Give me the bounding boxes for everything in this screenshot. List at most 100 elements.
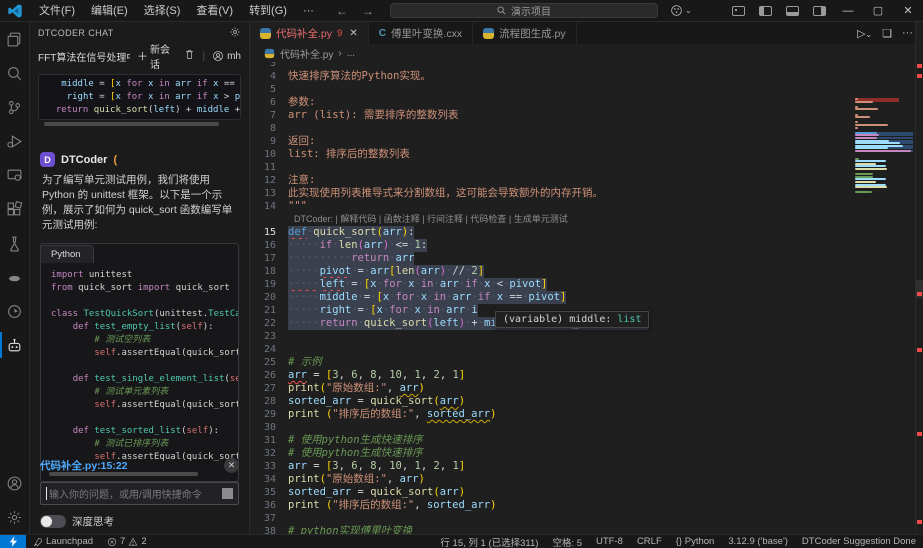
code-line[interactable]: 3"""	[250, 62, 923, 70]
context-reference-chip[interactable]: 代码补全.py:15:22	[40, 458, 128, 473]
toggle-sidebar-icon[interactable]	[759, 6, 772, 16]
launchpad-item[interactable]: Launchpad	[26, 536, 100, 547]
eol-item[interactable]: CRLF	[630, 536, 669, 547]
code-line[interactable]: 37	[250, 512, 923, 525]
code-line[interactable]: 18·····pivot·=·arr[len(arr)·//·2]	[250, 265, 923, 278]
split-editor-icon[interactable]: ❏	[882, 27, 892, 40]
code-line[interactable]: 23	[250, 330, 923, 343]
chat-input-placeholder: 输入你的问题，或用/调用快捷命令	[49, 486, 222, 501]
restore-button[interactable]: ▢	[863, 0, 893, 22]
command-search-input[interactable]: 演示项目	[390, 3, 658, 18]
code-line[interactable]: 16·····if·len(arr)·<=·1:	[250, 239, 923, 252]
session-dropdown[interactable]: FFT算法在信号处理中...▼	[38, 49, 130, 64]
explorer-icon[interactable]	[0, 22, 30, 56]
code-line[interactable]: 19·····left·=·[x·for·x·in·arr·if·x·<·piv…	[250, 278, 923, 291]
code-line[interactable]: 29print ("排序后的数组:", sorted_arr)	[250, 408, 923, 421]
chat-input[interactable]: 输入你的问题，或用/调用快捷命令	[40, 482, 239, 505]
minimize-button[interactable]: —	[833, 0, 863, 22]
menu-edit[interactable]: 编辑(E)	[83, 0, 136, 22]
panel-settings-gear-icon[interactable]	[229, 26, 241, 40]
editor-more-actions-icon[interactable]: ···	[902, 27, 913, 39]
timeline-icon[interactable]	[0, 294, 30, 328]
codelens-row[interactable]: DTCoder: | 解释代码 | 函数注释 | 行间注释 | 代码检查 | 生…	[250, 213, 923, 226]
unit-test-code-block: Python import unittestfrom quick_sort im…	[40, 243, 239, 482]
tab-flowchart-gen[interactable]: 流程图生成.py	[473, 22, 577, 44]
minimap[interactable]	[855, 98, 913, 534]
toggle-secondary-sidebar-icon[interactable]	[813, 6, 826, 16]
testing-icon[interactable]	[0, 226, 30, 260]
back-arrow-icon[interactable]: ←	[336, 4, 348, 18]
account-profile-icon[interactable]	[0, 466, 30, 500]
close-button[interactable]: ✕	[893, 0, 923, 22]
code-line[interactable]: 15def·quick_sort(arr):	[250, 226, 923, 239]
indentation-item[interactable]: 空格: 5	[545, 535, 589, 548]
new-session-button[interactable]: ＋新会话	[137, 41, 177, 71]
code-editor[interactable]: 3"""4快速排序算法的Python实现。56参数:7arr (list): 需…	[250, 62, 923, 534]
code-line[interactable]: 33arr = [3, 6, 8, 10, 1, 2, 1]	[250, 460, 923, 473]
breadcrumb[interactable]: 代码补全.py › ...	[250, 44, 923, 62]
code-line[interactable]: 4快速排序算法的Python实现。	[250, 70, 923, 83]
code-line[interactable]: 11	[250, 161, 923, 174]
code-line[interactable]: 10list: 排序后的整数列表	[250, 148, 923, 161]
tab-close-icon[interactable]: ✕	[349, 28, 357, 39]
toggle-panel-icon[interactable]	[786, 6, 799, 16]
menu-select[interactable]: 选择(S)	[136, 0, 189, 22]
deep-think-toggle[interactable]	[40, 515, 66, 528]
remote-explorer-icon[interactable]	[0, 158, 30, 192]
cursor-position-item[interactable]: 行 15, 列 1 (已选择311)	[433, 535, 545, 548]
code-line[interactable]: 7arr (list): 需要排序的整数列表	[250, 109, 923, 122]
code-line[interactable]: 5	[250, 83, 923, 96]
code-line[interactable]: 12注意:	[250, 174, 923, 187]
tab-code-completion[interactable]: 代码补全.py 9 ✕	[250, 22, 369, 44]
account-icon[interactable]: ⌄	[670, 4, 692, 17]
line-number: 24	[250, 343, 288, 356]
code-line[interactable]: 35sorted_arr = quick_sort(arr)	[250, 486, 923, 499]
code-line[interactable]: 8	[250, 122, 923, 135]
overview-ruler[interactable]	[915, 22, 923, 534]
forward-arrow-icon[interactable]: →	[362, 4, 374, 18]
code-line[interactable]: 26arr = [3, 6, 8, 10, 1, 2, 1]	[250, 369, 923, 382]
code-line[interactable]: 38# python实现傅里叶变换	[250, 525, 923, 534]
menu-view[interactable]: 查看(V)	[188, 0, 241, 22]
delete-session-icon[interactable]	[184, 49, 195, 63]
tab-fourier-transform[interactable]: C 傅里叶变换.cxx	[369, 22, 473, 44]
search-icon[interactable]	[0, 56, 30, 90]
run-debug-icon[interactable]	[0, 124, 30, 158]
menu-more[interactable]: ···	[295, 0, 322, 22]
code-line[interactable]: 14"""	[250, 200, 923, 213]
encoding-item[interactable]: UTF-8	[589, 536, 630, 547]
code-line[interactable]: 30	[250, 421, 923, 434]
dtcoder-chat-icon[interactable]	[0, 328, 30, 362]
python-interpreter-item[interactable]: 3.12.9 ('base')	[721, 536, 795, 547]
code-line[interactable]: 25# 示例	[250, 356, 923, 369]
user-account-icon[interactable]: mh	[212, 50, 241, 62]
source-control-icon[interactable]	[0, 90, 30, 124]
extensions-icon[interactable]	[0, 192, 30, 226]
code-line[interactable]: 9返回:	[250, 135, 923, 148]
jupyter-icon[interactable]	[0, 260, 30, 294]
code-line[interactable]: 34print("原始数组:", arr)	[250, 473, 923, 486]
code-block-hscrollbar[interactable]	[44, 122, 219, 126]
code-line[interactable]: 28sorted_arr = quick_sort(arr)	[250, 395, 923, 408]
send-stop-button[interactable]	[222, 488, 233, 499]
run-button[interactable]: ▷⌄	[857, 27, 872, 40]
chip-close-icon[interactable]: ✕	[224, 458, 239, 473]
code-line[interactable]: 32# 使用python生成快速排序	[250, 447, 923, 460]
remote-indicator[interactable]	[0, 535, 26, 548]
code-line[interactable]: 27print("原始数组:", arr)	[250, 382, 923, 395]
problems-item[interactable]: 7 2	[100, 536, 154, 547]
language-mode-item[interactable]: {} Python	[669, 536, 722, 547]
code-language-tab[interactable]: Python	[40, 245, 94, 263]
code-line[interactable]: 17··········return·arr	[250, 252, 923, 265]
settings-gear-icon[interactable]	[0, 500, 30, 534]
menu-file[interactable]: 文件(F)	[31, 0, 83, 22]
code-line[interactable]: 24	[250, 343, 923, 356]
code-line[interactable]: 13此实现使用列表推导式来分割数组，这可能会导致额外的内存开销。	[250, 187, 923, 200]
menu-goto[interactable]: 转到(G)	[241, 0, 295, 22]
code-line[interactable]: 36print ("排序后的数组:", sorted_arr)	[250, 499, 923, 512]
dtcoder-status-item[interactable]: DTCoder Suggestion Done	[795, 536, 923, 547]
code-line[interactable]: 31# 使用python生成快速排序	[250, 434, 923, 447]
customize-layout-icon[interactable]	[732, 6, 745, 16]
code-line[interactable]: 6参数:	[250, 96, 923, 109]
code-line[interactable]: 20·····middle·=·[x·for·x·in·arr·if·x·==·…	[250, 291, 923, 304]
